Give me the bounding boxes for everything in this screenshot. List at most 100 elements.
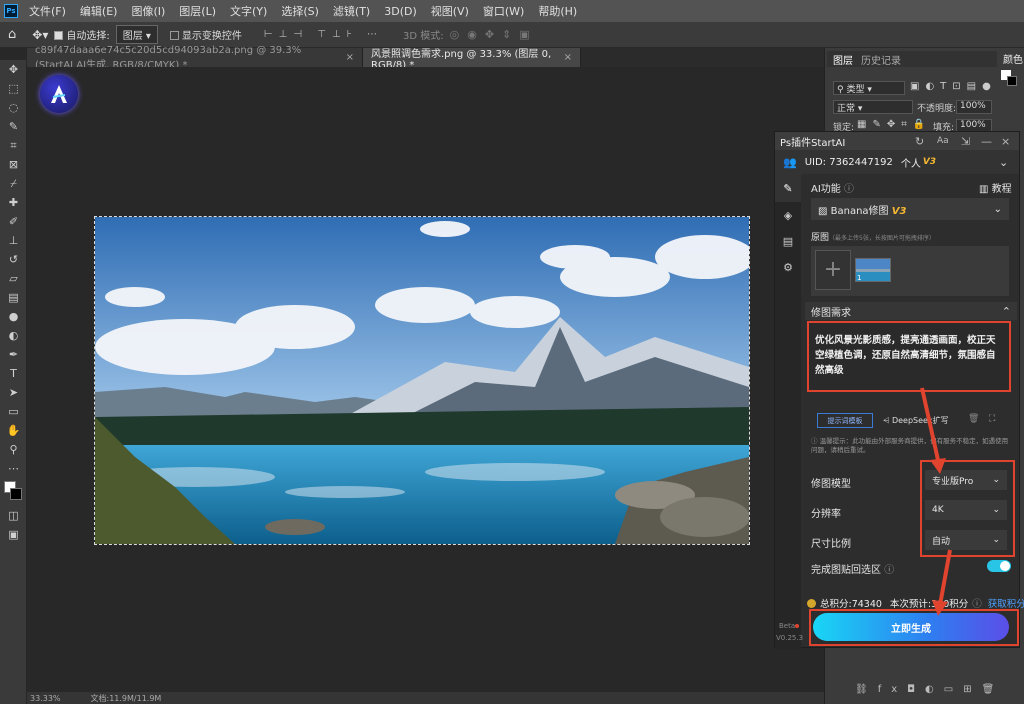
chevron-down-icon: ⌄ <box>993 203 1002 215</box>
mode-3d-label: 3D 模式: <box>403 31 444 42</box>
prompt-template-button[interactable]: 提示词模板 <box>817 413 873 428</box>
font-size-icon[interactable]: Aa <box>937 136 949 146</box>
marquee-tool-icon[interactable]: ⬚ <box>0 79 27 98</box>
deepseek-icon: ⩤ <box>883 415 890 425</box>
crop-tool-icon[interactable]: ⌗ <box>0 136 27 155</box>
zoom-tool-icon[interactable]: ⚲ <box>0 440 27 459</box>
auto-select-checkbox[interactable]: 自动选择: <box>54 27 110 42</box>
quick-mask-icon[interactable]: ◫ <box>0 506 27 525</box>
menu-edit[interactable]: 编辑(E) <box>73 3 125 19</box>
gradient-tool-icon[interactable]: ▤ <box>0 288 27 307</box>
align-icons[interactable]: ⊢⊥⊣ ⊤⊥⊦ ⋯ <box>264 29 383 40</box>
menu-3d[interactable]: 3D(D) <box>377 5 424 18</box>
move-tool-icon[interactable]: ✥ <box>0 60 27 79</box>
menu-image[interactable]: 图像(I) <box>124 3 172 19</box>
function-select[interactable]: ▨ Banana修图 V3 ⌄ <box>811 198 1009 220</box>
notes-nav-icon[interactable]: ▤ <box>775 228 801 254</box>
healing-tool-icon[interactable]: ✚ <box>0 193 27 212</box>
close-icon[interactable]: × <box>564 52 572 63</box>
tab-document-1[interactable]: c89f47daaa6e74c5c20d5cd94093ab2a.png @ 3… <box>27 45 363 71</box>
dodge-tool-icon[interactable]: ◐ <box>0 326 27 345</box>
status-bar: 33.33% 文档:11.9M/11.9M <box>27 692 824 704</box>
stamp-tool-icon[interactable]: ⊥ <box>0 231 27 250</box>
document-size: 文档:11.9M/11.9M <box>90 693 162 703</box>
close-icon[interactable]: × <box>346 52 354 63</box>
tutorial-link[interactable]: ▥ 教程 <box>979 180 1012 195</box>
frame-tool-icon[interactable]: ⊠ <box>0 155 27 174</box>
ratio-label: 尺寸比例 <box>811 539 851 550</box>
layers-nav-icon[interactable]: ◈ <box>775 202 801 228</box>
layer-filter-dropdown[interactable]: ⚲ 类型 ▾ <box>833 81 905 95</box>
add-image-button[interactable]: + <box>815 250 851 290</box>
get-points-link[interactable]: 获取积分 <box>988 596 1024 610</box>
menu-help[interactable]: 帮助(H) <box>531 3 584 19</box>
screen-mode-icon[interactable]: ▣ <box>0 525 27 544</box>
edit-nav-icon[interactable]: ✎ <box>775 174 801 202</box>
type-tool-icon[interactable]: T <box>0 364 27 383</box>
home-icon[interactable]: ⌂ <box>8 27 16 42</box>
tab-history[interactable]: 历史记录 <box>861 52 901 67</box>
landscape-photo[interactable] <box>94 216 750 545</box>
layer-select-dropdown[interactable]: 图层 ▾ <box>115 25 158 44</box>
menu-select[interactable]: 选择(S) <box>274 3 326 19</box>
coin-icon <box>807 598 816 608</box>
eraser-tool-icon[interactable]: ▱ <box>0 269 27 288</box>
menu-filter[interactable]: 滤镜(T) <box>326 3 377 19</box>
history-brush-icon[interactable]: ↺ <box>0 250 27 269</box>
function-badge: V3 <box>891 205 907 217</box>
account-bar: 👥 UID: 7362447192 个人 V3 ⌄ <box>775 150 1019 174</box>
menu-view[interactable]: 视图(V) <box>424 3 476 19</box>
pin-icon[interactable]: ⇲ <box>961 135 970 148</box>
close-icon[interactable]: × <box>1001 135 1010 148</box>
minimize-icon[interactable]: — <box>981 135 992 148</box>
chevron-down-icon[interactable]: ⌄ <box>999 156 1008 169</box>
color-swatches[interactable] <box>0 478 27 506</box>
eyedropper-tool-icon[interactable]: ⌿ <box>0 174 27 193</box>
menu-type[interactable]: 文字(Y) <box>223 3 274 19</box>
startai-plugin-panel: Ps插件StartAI ↻ Aa ⇲ — × 👥 UID: 7362447192… <box>774 131 1024 649</box>
request-header[interactable]: 修图需求 ⌃ <box>805 302 1017 320</box>
source-label: 原图（最多上传5张，长按图片可拖拽排序） <box>811 233 935 243</box>
menu-bar: Ps 文件(F) 编辑(E) 图像(I) 图层(L) 文字(Y) 选择(S) 滤… <box>0 0 1024 22</box>
layers-footer-icons[interactable]: ⛓fx◘◐▭⊞🗑 <box>855 684 1004 695</box>
paste-back-toggle[interactable] <box>987 560 1011 572</box>
startai-logo-icon <box>51 85 67 103</box>
opacity-field[interactable]: 100% <box>956 100 992 114</box>
pen-tool-icon[interactable]: ✒ <box>0 345 27 364</box>
refresh-icon[interactable]: ↻ <box>915 135 924 148</box>
startai-floating-logo[interactable] <box>40 75 78 113</box>
lock-icons[interactable]: ▦✎✥⌗🔒 <box>857 119 931 130</box>
path-select-icon[interactable]: ➤ <box>0 383 27 402</box>
hand-tool-icon[interactable]: ✋ <box>0 421 27 440</box>
vip-badge: V3 <box>922 157 937 167</box>
settings-nav-icon[interactable]: ⚙ <box>775 254 801 280</box>
user-icon: 👥 <box>783 155 797 169</box>
photoshop-logo: Ps <box>0 0 22 22</box>
source-images-area: + 1 <box>811 246 1009 296</box>
tab-document-2[interactable]: 风景照调色需求.png @ 33.3% (图层 0, RGB/8) * × <box>363 48 581 71</box>
blend-mode-dropdown[interactable]: 正常 ▾ <box>833 100 913 114</box>
more-tools-icon[interactable]: ⋯ <box>0 459 27 478</box>
plugin-side-nav: ✎ ◈ ▤ ⚙ Beta V0.25.3 <box>775 174 803 649</box>
tab-color[interactable]: 颜色 <box>1003 51 1023 66</box>
tab-layers[interactable]: 图层 <box>833 52 853 67</box>
blur-tool-icon[interactable]: ● <box>0 307 27 326</box>
brush-tool-icon[interactable]: ✐ <box>0 212 27 231</box>
opacity-label: 不透明度: <box>917 104 957 114</box>
3d-tools-icons[interactable]: ◎◉✥⇕▣ <box>450 28 538 41</box>
move-tool-icon[interactable]: ✥▾ <box>32 28 48 42</box>
zoom-level[interactable]: 33.33% <box>30 694 61 703</box>
show-transform-checkbox[interactable]: 显示变换控件 <box>169 27 242 42</box>
menu-layer[interactable]: 图层(L) <box>172 3 223 19</box>
layer-filter-icons[interactable]: ▣◐T⊡▤● <box>910 81 997 92</box>
lasso-tool-icon[interactable]: ◌ <box>0 98 27 117</box>
tools-panel: ✥ ⬚ ◌ ✎ ⌗ ⊠ ⌿ ✚ ✐ ⊥ ↺ ▱ ▤ ● ◐ ✒ T ➤ ▭ ✋ … <box>0 60 27 704</box>
quick-select-tool-icon[interactable]: ✎ <box>0 117 27 136</box>
menu-file[interactable]: 文件(F) <box>22 3 73 19</box>
beta-label: Beta <box>779 622 796 630</box>
expand-icon[interactable]: ⛶ <box>989 414 995 424</box>
shape-tool-icon[interactable]: ▭ <box>0 402 27 421</box>
menu-window[interactable]: 窗口(W) <box>476 3 531 19</box>
color-swatch-mini[interactable] <box>1001 68 1023 94</box>
thumbnail-index: 1 <box>857 274 862 282</box>
